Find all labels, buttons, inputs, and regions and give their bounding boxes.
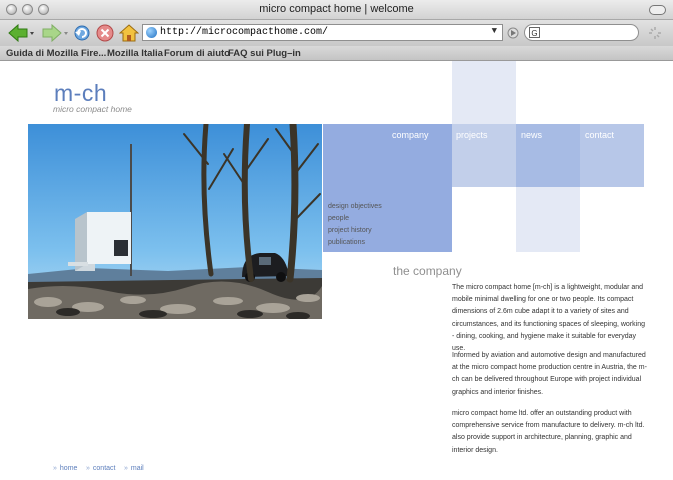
home-icon (119, 24, 139, 42)
footer-link-mail[interactable]: » mail (124, 465, 144, 472)
bullet-icon: » (53, 465, 57, 472)
footer-link-contact[interactable]: » contact (86, 465, 115, 472)
decor-block-bottom (516, 187, 580, 252)
nav-contact[interactable]: contact (585, 130, 614, 140)
window-titlebar: micro compact home | welcome (0, 0, 673, 20)
back-arrow-icon (8, 24, 34, 42)
activity-indicator (646, 23, 664, 43)
nav-company[interactable]: company (392, 130, 429, 140)
footer-link-contact-label: contact (92, 465, 116, 472)
url-input[interactable]: http://microcompacthome.com/ ▼ (142, 24, 503, 41)
submenu-people[interactable]: people (328, 215, 349, 222)
nav-news[interactable]: news (521, 130, 542, 140)
go-icon (507, 27, 519, 39)
reload-icon (74, 25, 90, 41)
bookmark-forum[interactable]: Forum di aiuto (164, 48, 230, 59)
company-paragraph-3: micro compact home ltd. offer an outstan… (452, 410, 645, 454)
decor-block-top (452, 61, 516, 124)
throbber-icon (649, 27, 661, 39)
url-text: http://microcompacthome.com/ (160, 27, 329, 38)
site-globe-icon (146, 27, 157, 38)
submenu-design-objectives[interactable]: design objectives (328, 203, 382, 210)
back-button[interactable] (6, 23, 36, 43)
navigation-toolbar: http://microcompacthome.com/ ▼ G (0, 20, 673, 46)
stop-button[interactable] (95, 23, 115, 43)
house-photo-image (28, 124, 322, 319)
submenu-publications[interactable]: publications (328, 239, 365, 246)
bookmark-guida[interactable]: Guida di Mozilla Fire... (6, 48, 106, 59)
bookmark-faq[interactable]: FAQ sui Plug–in (228, 48, 301, 59)
bookmarks-toolbar: Guida di Mozilla Fire... Mozilla Italia … (0, 46, 673, 61)
nav-projects[interactable]: projects (456, 130, 488, 140)
forward-button[interactable] (40, 23, 70, 43)
company-paragraph-1: The micro compact home [m-ch] is a light… (452, 284, 645, 353)
bullet-icon: » (124, 465, 128, 472)
footer-link-home-label: home (59, 465, 78, 472)
forward-arrow-icon (42, 24, 68, 42)
section-title: the company (393, 264, 462, 278)
reload-button[interactable] (72, 23, 92, 43)
bookmark-mozilla-italia[interactable]: Mozilla Italia (107, 48, 163, 59)
go-button[interactable] (506, 23, 520, 43)
footer-link-home[interactable]: » home (53, 465, 77, 472)
site-logo-subtitle: micro compact home (53, 104, 132, 114)
toolbar-toggle-button[interactable] (649, 5, 666, 15)
search-engine-icon[interactable]: G (529, 27, 540, 38)
submenu-project-history[interactable]: project history (328, 227, 372, 234)
url-dropdown-icon[interactable]: ▼ (492, 26, 497, 36)
search-input[interactable]: G (524, 24, 639, 41)
footer-link-mail-label: mail (130, 465, 144, 472)
bullet-icon: » (86, 465, 90, 472)
home-button[interactable] (118, 23, 140, 43)
hero-photo (28, 124, 322, 319)
site-logo[interactable]: m-ch (54, 82, 107, 105)
company-paragraph-2: Informed by aviation and automotive desi… (452, 352, 647, 396)
stop-icon (96, 24, 114, 42)
window-title: micro compact home | welcome (259, 3, 414, 15)
